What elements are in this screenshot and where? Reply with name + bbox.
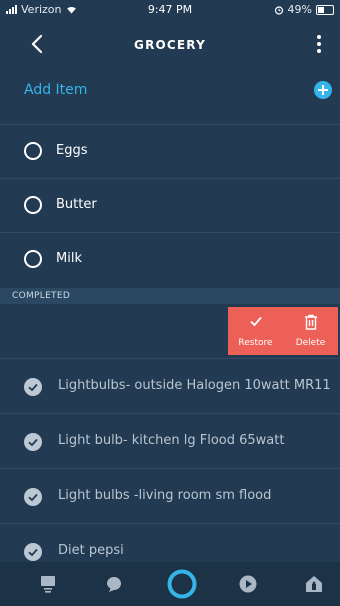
completed-check-icon[interactable] bbox=[24, 433, 42, 451]
status-right: 49% bbox=[274, 3, 334, 16]
list-item[interactable]: Eggs bbox=[0, 125, 340, 179]
play-icon bbox=[239, 575, 257, 593]
completed-header-label: COMPLETED bbox=[12, 291, 71, 301]
completed-item-label: Diet pepsi bbox=[58, 543, 124, 558]
restore-button[interactable]: Restore bbox=[228, 307, 283, 355]
completed-item-label: Lightbulbs- outside Halogen 10watt MR11 bbox=[58, 378, 331, 393]
trash-icon bbox=[304, 314, 317, 330]
nav-home[interactable] bbox=[32, 568, 64, 600]
item-label: Butter bbox=[56, 197, 97, 212]
page-title: GROCERY bbox=[134, 38, 206, 52]
bottom-nav bbox=[0, 562, 340, 606]
list-item[interactable]: Milk bbox=[0, 233, 340, 286]
more-menu-button[interactable] bbox=[310, 32, 328, 56]
completed-item-label: Light bulbs -living room sm flood bbox=[58, 488, 272, 503]
battery-percent: 49% bbox=[287, 3, 312, 16]
completed-section-header: COMPLETED bbox=[0, 288, 340, 304]
restore-label: Restore bbox=[238, 338, 273, 348]
checkmark-icon bbox=[249, 316, 262, 327]
alexa-icon bbox=[167, 569, 197, 599]
more-vertical-icon bbox=[317, 35, 321, 53]
nav-alexa[interactable] bbox=[166, 568, 198, 600]
nav-devices[interactable] bbox=[298, 568, 330, 600]
list-item[interactable]: Butter bbox=[0, 179, 340, 233]
swipe-actions: Restore Delete bbox=[228, 307, 338, 355]
devices-icon bbox=[306, 576, 322, 592]
add-item-row[interactable]: Add Item bbox=[0, 74, 340, 125]
completed-check-icon[interactable] bbox=[24, 543, 42, 561]
completed-item[interactable]: Light bulbs -living room sm flood bbox=[0, 469, 340, 524]
delete-button[interactable]: Delete bbox=[283, 307, 338, 355]
nav-communicate[interactable] bbox=[98, 568, 130, 600]
checkbox-circle-icon[interactable] bbox=[24, 142, 42, 160]
status-bar: Verizon 9:47 PM 49% bbox=[0, 0, 340, 20]
swiped-row[interactable]: Restore Delete bbox=[0, 305, 340, 359]
home-icon bbox=[41, 576, 55, 593]
add-item-button[interactable] bbox=[314, 81, 332, 99]
checkbox-circle-icon[interactable] bbox=[24, 250, 42, 268]
delete-label: Delete bbox=[295, 338, 326, 348]
checkbox-circle-icon[interactable] bbox=[24, 196, 42, 214]
battery-icon bbox=[316, 4, 334, 15]
completed-check-icon[interactable] bbox=[24, 378, 42, 396]
item-label: Eggs bbox=[56, 143, 88, 158]
completed-check-icon[interactable] bbox=[24, 488, 42, 506]
header: GROCERY bbox=[0, 26, 340, 64]
alarm-icon bbox=[274, 5, 283, 15]
nav-play[interactable] bbox=[232, 568, 264, 600]
completed-item[interactable]: Lightbulbs- outside Halogen 10watt MR11 bbox=[0, 359, 340, 414]
completed-item-label: Light bulb- kitchen lg Flood 65watt bbox=[58, 433, 285, 448]
item-label: Milk bbox=[56, 251, 82, 266]
chat-icon bbox=[107, 577, 121, 592]
completed-item[interactable]: Light bulb- kitchen lg Flood 65watt bbox=[0, 414, 340, 469]
add-item-label[interactable]: Add Item bbox=[24, 82, 87, 98]
